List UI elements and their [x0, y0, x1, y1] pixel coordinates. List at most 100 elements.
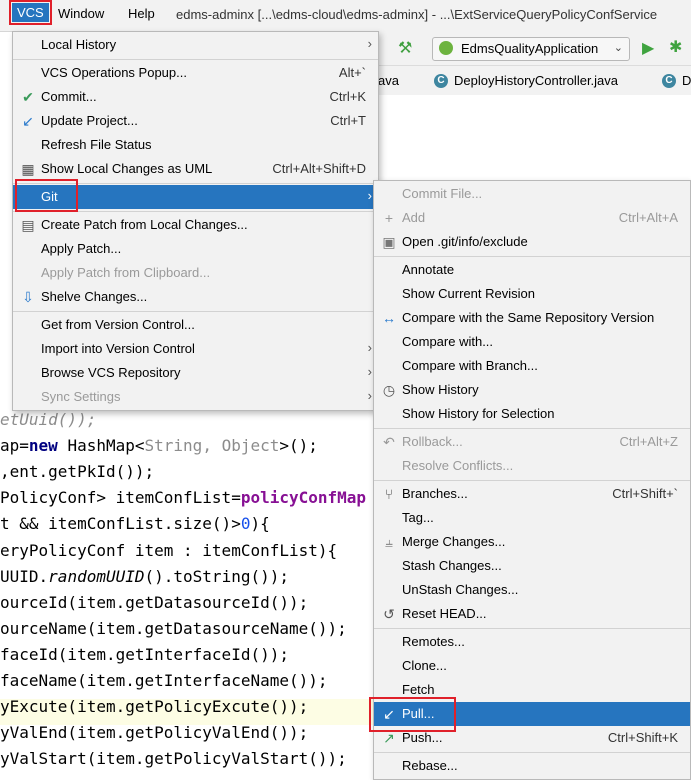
- compare-arrows-icon: ↔: [382, 310, 396, 326]
- vcs-menu: Local History › VCS Operations Popup... Alt…: [12, 31, 379, 411]
- code-token: >();: [279, 436, 318, 456]
- code-token: UUID.: [0, 566, 49, 586]
- menu-item-shelve-changes[interactable]: ⇩ Shelve Changes...: [13, 285, 378, 309]
- menu-item-label: Get from Version Control...: [41, 317, 195, 332]
- menu-item-label: Open .git/info/exclude: [402, 234, 528, 249]
- menu-item-unstash-changes[interactable]: UnStash Changes...: [374, 578, 690, 602]
- menu-item-label: Compare with Branch...: [402, 358, 538, 373]
- code-token: PolicyConf> itemConfList=: [0, 488, 241, 508]
- plus-icon: +: [384, 210, 394, 226]
- menu-item-local-history[interactable]: Local History ›: [13, 33, 378, 57]
- menu-item-reset-head[interactable]: ↺ Reset HEAD...: [374, 602, 690, 626]
- menu-item-label: Update Project...: [41, 113, 138, 128]
- menu-item-resolve-conflicts: Resolve Conflicts...: [374, 454, 690, 478]
- menu-item-get-from-version-control[interactable]: Get from Version Control...: [13, 313, 378, 337]
- pull-highlight-box: [369, 697, 456, 732]
- menu-item-shortcut: Alt+`: [338, 65, 366, 80]
- menu-item-label: Show History for Selection: [402, 406, 555, 421]
- code-token: eryPolicyConf item : itemConfList){: [0, 540, 338, 560]
- menu-item-show-local-changes-as-uml[interactable]: ▦ Show Local Changes as UML Ctrl+Alt+Shift…: [13, 157, 378, 181]
- menu-item-stash-changes[interactable]: Stash Changes...: [374, 554, 690, 578]
- code-line: yValStart(item.getPolicyValStart());: [0, 749, 347, 768]
- code-token: yValStart(item.getPolicyValStart());: [0, 749, 347, 769]
- menu-separator: [374, 480, 690, 481]
- menu-item-label: Show Current Revision: [402, 286, 535, 301]
- run-icon[interactable]: ▶: [642, 38, 654, 58]
- menu-item-clone[interactable]: Clone...: [374, 654, 690, 678]
- branch-icon: ⑂: [384, 486, 394, 502]
- menu-item-compare-with[interactable]: Compare with...: [374, 330, 690, 354]
- uml-diagram-icon: ▦: [21, 161, 35, 177]
- menu-item-label: Clone...: [402, 658, 447, 673]
- tab-partial-d[interactable]: D: [682, 73, 691, 88]
- editor-tabs: ava C DeployHistoryController.java C D: [378, 66, 691, 96]
- patch-icon: ▤: [21, 217, 35, 233]
- code-token: etUuid());: [0, 410, 97, 429]
- menu-item-remotes[interactable]: Remotes...: [374, 630, 690, 654]
- menu-item-open-git-info-exclude[interactable]: ▣ Open .git/info/exclude: [374, 230, 690, 254]
- menu-separator: [13, 311, 378, 312]
- code-token: ){: [250, 514, 270, 534]
- menu-help[interactable]: Help: [128, 6, 155, 21]
- menu-item-update-project[interactable]: ↙ Update Project... Ctrl+T: [13, 109, 378, 133]
- code-line: ap=new HashMap<String, Object>();: [0, 436, 318, 455]
- tab-deploy-history-controller[interactable]: DeployHistoryController.java: [454, 73, 618, 88]
- menu-item-vcs-operations-popup[interactable]: VCS Operations Popup... Alt+`: [13, 61, 378, 85]
- menu-item-refresh-file-status[interactable]: Refresh File Status: [13, 133, 378, 157]
- code-line: faceId(item.getInterfaceId());: [0, 645, 289, 664]
- menu-item-apply-patch[interactable]: Apply Patch...: [13, 237, 378, 261]
- menu-item-label: Commit...: [41, 89, 97, 104]
- menu-item-show-current-revision[interactable]: Show Current Revision: [374, 282, 690, 306]
- menu-item-label: Add: [402, 210, 426, 225]
- tab-partial-java[interactable]: ava: [378, 73, 399, 88]
- menu-item-label: Reset HEAD...: [402, 606, 487, 621]
- menu-item-compare-with-the-same-repository-version[interactable]: ↔ Compare with the Same Repository Versio…: [374, 306, 690, 330]
- menu-separator: [374, 428, 690, 429]
- push-arrow-icon: ↗: [383, 730, 395, 746]
- code-line: PolicyConf> itemConfList=policyConfMap: [0, 488, 366, 507]
- menu-item-show-history-for-selection[interactable]: Show History for Selection: [374, 402, 690, 426]
- code-token: faceId(item.getInterfaceId());: [0, 644, 289, 664]
- spring-config-icon: [439, 41, 453, 55]
- menu-item-shortcut: Ctrl+T: [330, 113, 366, 128]
- code-line: etUuid());: [0, 410, 96, 429]
- menu-item-annotate[interactable]: Annotate: [374, 258, 690, 282]
- build-hammer-icon[interactable]: ⚒: [398, 38, 412, 58]
- menu-item-shortcut: Ctrl+Alt+A: [618, 210, 678, 225]
- code-token: policyConfMap: [240, 488, 367, 508]
- git-submenu: Commit File... + Add Ctrl+Alt+A ▣ Open .git/i…: [373, 180, 691, 780]
- menu-item-tag[interactable]: Tag...: [374, 506, 690, 530]
- code-line: ourceId(item.getDatasourceId());: [0, 593, 308, 612]
- run-config-selector[interactable]: EdmsQualityApplication ⌄: [432, 37, 630, 61]
- code-line: t && itemConfList.size()>0){: [0, 514, 270, 533]
- menu-item-browse-vcs-repository[interactable]: Browse VCS Repository ›: [13, 361, 378, 385]
- menu-item-rebase[interactable]: Rebase...: [374, 754, 690, 778]
- menu-item-branches[interactable]: ⑂ Branches... Ctrl+Shift+`: [374, 482, 690, 506]
- menu-item-label: Apply Patch...: [41, 241, 122, 256]
- menu-item-commit[interactable]: ✔ Commit... Ctrl+K: [13, 85, 378, 109]
- class-icon: C: [434, 74, 448, 88]
- submenu-arrow-icon: ›: [367, 188, 372, 203]
- menu-item-label: Sync Settings: [41, 389, 121, 404]
- code-line: yExcute(item.getPolicyExcute());: [0, 697, 308, 716]
- code-token: t && itemConfList.size()>: [0, 514, 241, 534]
- file-icon: ▣: [382, 234, 396, 250]
- menu-item-create-patch-from-local-changes[interactable]: ▤ Create Patch from Local Changes...: [13, 213, 378, 237]
- code-token: ap=: [0, 436, 29, 456]
- menu-window[interactable]: Window: [58, 6, 104, 21]
- menu-item-label: Push...: [402, 730, 443, 745]
- menu-item-merge-changes[interactable]: ⫨ Merge Changes...: [374, 530, 690, 554]
- menu-item-import-into-version-control[interactable]: Import into Version Control ›: [13, 337, 378, 361]
- menu-item-label: Show Local Changes as UML: [41, 161, 213, 176]
- code-line: eryPolicyConf item : itemConfList){: [0, 541, 337, 560]
- menu-item-label: Annotate: [402, 262, 455, 277]
- menu-item-compare-with-branch[interactable]: Compare with Branch...: [374, 354, 690, 378]
- menu-item-label: Remotes...: [402, 634, 465, 649]
- menu-item-add: + Add Ctrl+Alt+A: [374, 206, 690, 230]
- menu-item-shortcut: Ctrl+Alt+Z: [619, 434, 678, 449]
- menu-vcs[interactable]: VCS: [9, 0, 52, 25]
- git-highlight-box: [15, 179, 78, 212]
- debug-icon[interactable]: ✱: [669, 37, 682, 57]
- menu-item-label: Resolve Conflicts...: [402, 458, 514, 473]
- menu-item-show-history[interactable]: ◷ Show History: [374, 378, 690, 402]
